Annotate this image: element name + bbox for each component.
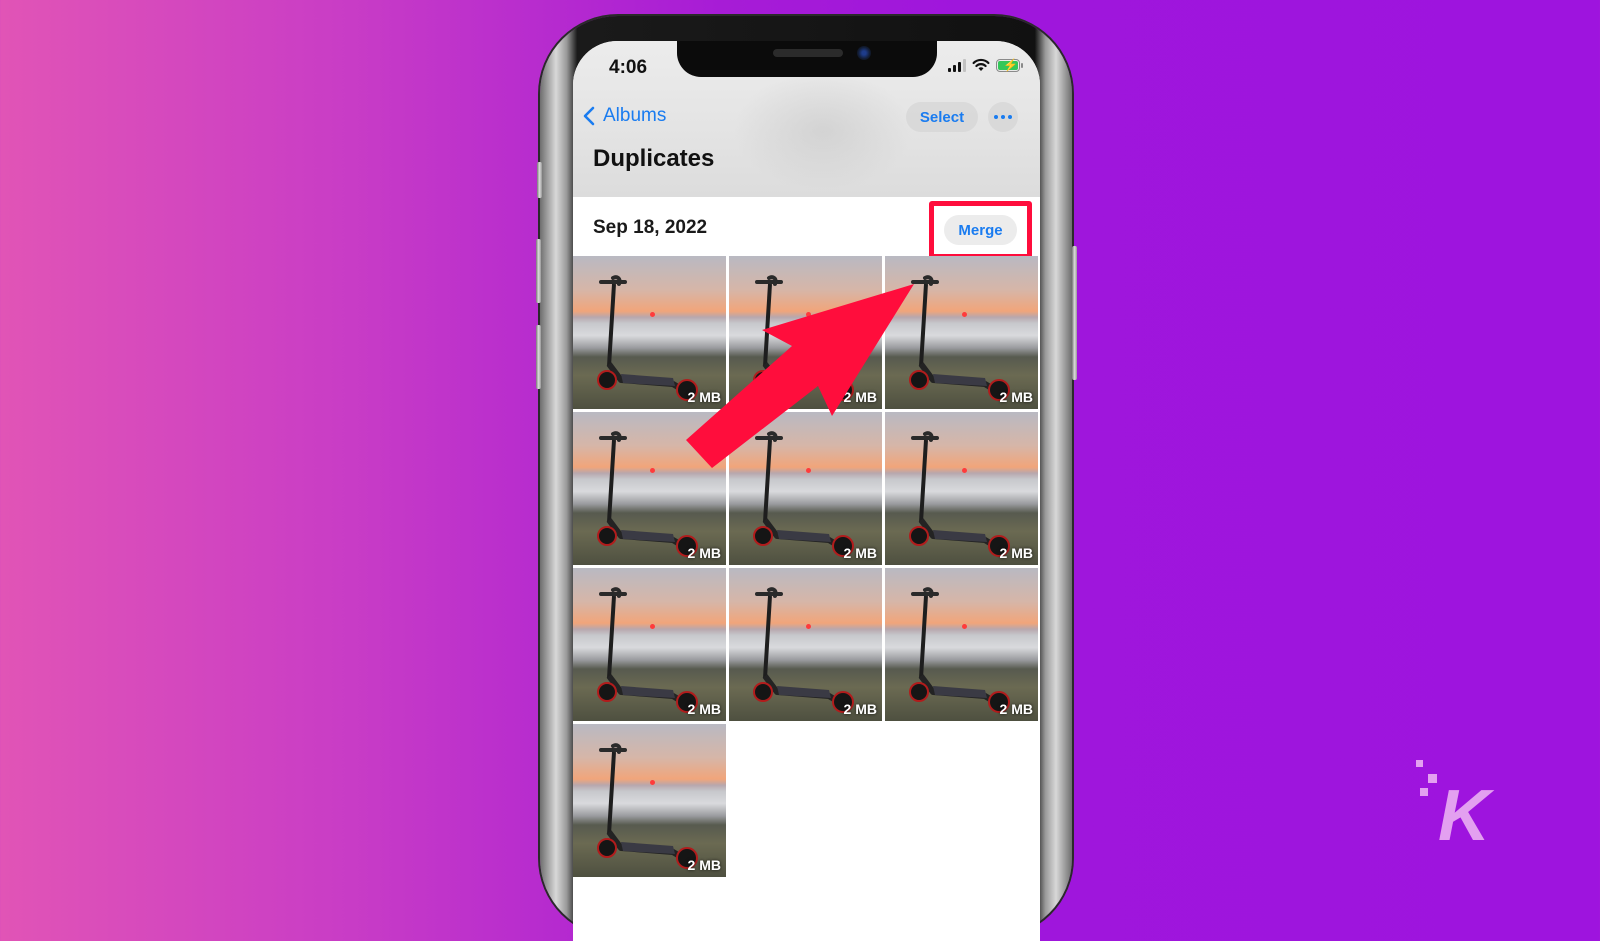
more-options-button[interactable]	[988, 102, 1018, 132]
battery-charging-icon: ⚡	[996, 58, 1023, 72]
status-time: 4:06	[609, 57, 648, 78]
photo-thumbnail[interactable]: 2 MB	[573, 256, 726, 409]
group-date: Sep 18, 2022	[593, 217, 708, 238]
status-icons: ⚡	[948, 58, 1023, 72]
photo-size-label: 2 MB	[687, 545, 721, 561]
wifi-icon	[972, 58, 990, 71]
photo-size-label: 2 MB	[843, 545, 877, 561]
photo-size-label: 2 MB	[687, 389, 721, 405]
photo-grid: 2 MB 2 MB 2 MB 2 MB 2 MB 2 MB 2 MB 2 MB 2 MB 2 MB	[573, 256, 1040, 877]
logo-letter: K	[1438, 776, 1495, 840]
power-button	[1072, 246, 1077, 380]
photo-thumbnail[interactable]: 2 MB	[729, 412, 882, 565]
photo-size-label: 2 MB	[999, 545, 1033, 561]
chevron-left-icon	[583, 106, 595, 126]
photo-thumbnail[interactable]: 2 MB	[573, 568, 726, 721]
photo-thumbnail[interactable]: 2 MB	[729, 568, 882, 721]
photo-size-label: 2 MB	[999, 701, 1033, 717]
photo-thumbnail[interactable]: 2 MB	[885, 412, 1038, 565]
phone-screen: 4:06 ⚡ Albums Select Duplicates Sep 18, …	[573, 41, 1040, 941]
volume-up-button	[536, 239, 541, 303]
knowtechie-logo: K	[1416, 760, 1495, 840]
page-title: Duplicates	[593, 145, 715, 172]
ellipsis-icon	[994, 115, 998, 119]
notch	[677, 41, 937, 77]
back-button[interactable]: Albums	[583, 105, 666, 127]
photo-size-label: 2 MB	[843, 701, 877, 717]
select-button[interactable]: Select	[906, 102, 978, 132]
merge-button[interactable]: Merge	[944, 215, 1017, 245]
photo-thumbnail[interactable]: 2 MB	[885, 568, 1038, 721]
photo-thumbnail[interactable]: 2 MB	[573, 724, 726, 877]
photo-thumbnail[interactable]: 2 MB	[885, 256, 1038, 409]
duplicate-group-header: Sep 18, 2022 Merge	[573, 197, 1040, 259]
cellular-signal-icon	[948, 58, 966, 72]
photo-size-label: 2 MB	[843, 389, 877, 405]
mute-switch	[537, 162, 542, 198]
photo-size-label: 2 MB	[999, 389, 1033, 405]
earpiece-speaker	[773, 49, 843, 57]
photo-thumbnail[interactable]: 2 MB	[573, 412, 726, 565]
front-camera	[857, 46, 871, 60]
volume-down-button	[536, 325, 541, 389]
photo-size-label: 2 MB	[687, 701, 721, 717]
merge-highlight-box: Merge	[929, 201, 1032, 259]
back-label: Albums	[603, 105, 667, 126]
photo-thumbnail[interactable]: 2 MB	[729, 256, 882, 409]
photo-size-label: 2 MB	[687, 857, 721, 873]
